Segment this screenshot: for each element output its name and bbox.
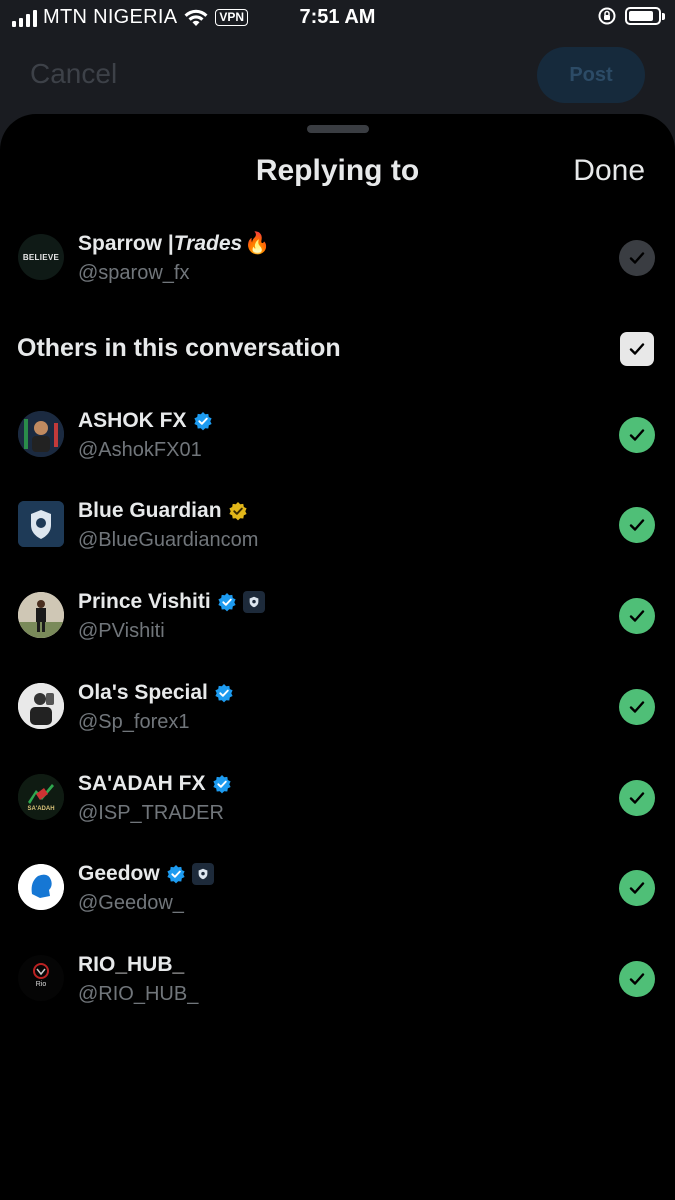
reply-target-checkbox[interactable] [619, 240, 655, 276]
others-section-label: Others in this conversation [17, 334, 341, 362]
avatar [18, 411, 64, 457]
fire-emoji: 🔥 [244, 232, 271, 255]
orientation-lock-icon [598, 7, 616, 25]
sheet-grabber[interactable] [307, 125, 369, 133]
user-name: SA'ADAH FX [78, 772, 232, 796]
user-name: Geedow [78, 862, 214, 886]
user-row[interactable]: ASHOK FX @AshokFX01 [0, 395, 675, 475]
avatar [18, 864, 64, 910]
user-handle: @BlueGuardiancom [78, 529, 259, 551]
user-handle: @Sp_forex1 [78, 711, 190, 733]
affiliate-badge-icon [191, 863, 214, 885]
checkmark-icon [629, 343, 645, 355]
checkmark-icon [629, 610, 645, 622]
user-name: Blue Guardian [78, 499, 248, 523]
checkmark-icon [629, 701, 645, 713]
user-checkbox[interactable] [619, 780, 655, 816]
status-time: 7:51 AM [299, 6, 376, 28]
user-name-text: Geedow [78, 862, 160, 885]
user-name-text: Blue Guardian [78, 499, 222, 522]
done-button[interactable]: Done [573, 154, 645, 188]
replying-to-sheet: Replying to Done BELIEVE Sparrow | Trade… [0, 114, 675, 1200]
user-name: Ola's Special [78, 681, 234, 705]
avatar: SA'ADAH [18, 774, 64, 820]
user-checkbox[interactable] [619, 507, 655, 543]
user-name: Sparrow | Trades 🔥 [78, 232, 270, 256]
affiliate-badge-icon [242, 591, 265, 613]
verified-badge-icon [228, 502, 247, 521]
user-checkbox[interactable] [619, 870, 655, 906]
user-handle: @sparow_fx [78, 262, 190, 284]
verified-badge-icon [193, 412, 212, 431]
user-name-text: Ola's Special [78, 681, 208, 704]
user-checkbox[interactable] [619, 598, 655, 634]
user-handle: @PVishiti [78, 620, 165, 642]
status-bar: MTN NIGERIA VPN 7:51 AM [0, 0, 675, 36]
user-row[interactable]: SA'ADAH SA'ADAH FX @ISP_TRADER [0, 758, 675, 838]
user-handle: @ISP_TRADER [78, 802, 224, 824]
user-row[interactable]: Rio RIO_HUB_ @RIO_HUB_ [0, 939, 675, 1019]
reply-target-row[interactable]: BELIEVE Sparrow | Trades 🔥 @sparow_fx [0, 218, 675, 298]
user-name-text: Sparrow | [78, 232, 174, 255]
avatar-text: Rio [35, 981, 47, 988]
user-name: ASHOK FX [78, 409, 213, 433]
checkmark-icon [629, 973, 645, 985]
avatar-text: BELIEVE [22, 252, 60, 262]
user-handle: @AshokFX01 [78, 439, 202, 461]
checkmark-icon [629, 882, 645, 894]
avatar-text: SA'ADAH [27, 806, 55, 812]
user-name-text: SA'ADAH FX [78, 772, 206, 795]
user-row[interactable]: Prince Vishiti @PVishiti [0, 576, 675, 656]
user-name: RIO_HUB_ [78, 953, 184, 977]
avatar [18, 592, 64, 638]
avatar: Rio [18, 955, 64, 1001]
verified-badge-icon [212, 775, 231, 794]
cancel-button[interactable]: Cancel [30, 58, 117, 90]
user-row[interactable]: Blue Guardian @BlueGuardiancom [0, 485, 675, 565]
user-handle: @Geedow_ [78, 892, 184, 914]
user-checkbox[interactable] [619, 961, 655, 997]
user-name-text: Prince Vishiti [78, 590, 211, 613]
checkmark-icon [629, 519, 645, 531]
user-row[interactable]: Geedow @Geedow_ [0, 848, 675, 928]
user-row[interactable]: Ola's Special @Sp_forex1 [0, 667, 675, 747]
user-name-italic: Trades [173, 232, 243, 255]
user-checkbox[interactable] [619, 417, 655, 453]
user-handle: @RIO_HUB_ [78, 983, 199, 1005]
checkmark-icon [629, 429, 645, 441]
user-name-text: RIO_HUB_ [78, 953, 185, 976]
verified-badge-icon [215, 684, 233, 703]
battery-icon [625, 7, 665, 25]
avatar [18, 501, 64, 547]
checkmark-icon [629, 792, 645, 804]
verified-badge-icon [218, 593, 236, 612]
user-checkbox[interactable] [619, 689, 655, 725]
user-name-text: ASHOK FX [78, 409, 187, 432]
avatar: BELIEVE [18, 234, 64, 280]
select-all-checkbox[interactable] [620, 332, 654, 366]
checkmark-icon [629, 252, 645, 264]
user-name: Prince Vishiti [78, 590, 265, 614]
post-button[interactable]: Post [537, 47, 645, 103]
avatar [18, 683, 64, 729]
verified-badge-icon [167, 865, 185, 884]
